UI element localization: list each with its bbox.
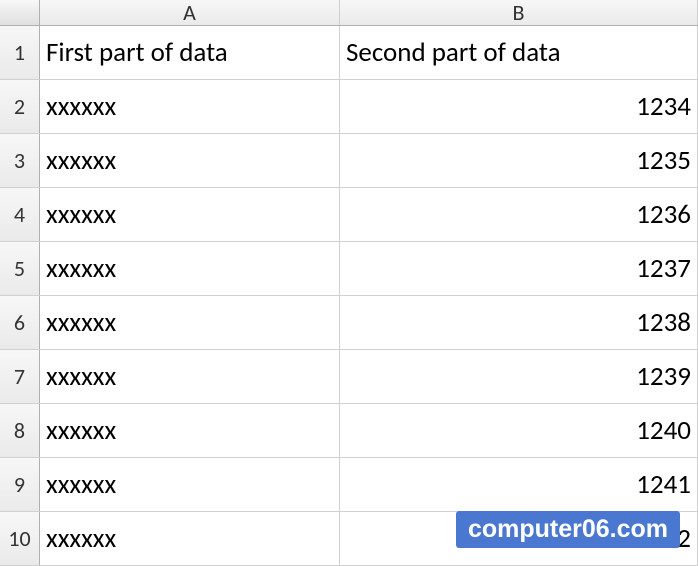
cell-A9[interactable]: xxxxxx — [40, 458, 340, 511]
cell-A1[interactable]: First part of data — [40, 26, 340, 79]
cell-value: xxxxxx — [46, 90, 116, 123]
watermark-label: computer06.com — [456, 511, 680, 548]
cell-A3[interactable]: xxxxxx — [40, 134, 340, 187]
row-number: 4 — [14, 201, 25, 228]
cell-value: 1239 — [636, 360, 691, 393]
table-row: 1 First part of data Second part of data — [0, 26, 698, 80]
cell-A10[interactable]: xxxxxx — [40, 512, 340, 565]
row-header[interactable]: 3 — [0, 134, 40, 187]
row-header[interactable]: 9 — [0, 458, 40, 511]
row-header[interactable]: 6 — [0, 296, 40, 349]
row-number: 5 — [14, 255, 25, 282]
table-row: 4 xxxxxx 1236 — [0, 188, 698, 242]
row-header[interactable]: 10 — [0, 512, 40, 565]
cell-A2[interactable]: xxxxxx — [40, 80, 340, 133]
cell-value: xxxxxx — [46, 522, 116, 555]
table-row: 7 xxxxxx 1239 — [0, 350, 698, 404]
row-number: 3 — [14, 147, 25, 174]
row-number: 10 — [8, 525, 30, 552]
cell-B4[interactable]: 1236 — [340, 188, 698, 241]
cell-value: xxxxxx — [46, 360, 116, 393]
row-number: 8 — [14, 417, 25, 444]
table-row: 6 xxxxxx 1238 — [0, 296, 698, 350]
cell-value: xxxxxx — [46, 198, 116, 231]
column-label: B — [513, 0, 525, 26]
spreadsheet-grid: A B 1 First part of data Second part of … — [0, 0, 698, 566]
row-header[interactable]: 2 — [0, 80, 40, 133]
row-header[interactable]: 4 — [0, 188, 40, 241]
cell-value: 1241 — [636, 468, 691, 501]
cell-B9[interactable]: 1241 — [340, 458, 698, 511]
row-number: 2 — [14, 93, 25, 120]
cell-B1[interactable]: Second part of data — [340, 26, 698, 79]
table-row: 2 xxxxxx 1234 — [0, 80, 698, 134]
row-number: 9 — [14, 471, 25, 498]
cell-B2[interactable]: 1234 — [340, 80, 698, 133]
row-number: 1 — [14, 39, 25, 66]
row-number: 6 — [14, 309, 25, 336]
cell-A6[interactable]: xxxxxx — [40, 296, 340, 349]
cell-A7[interactable]: xxxxxx — [40, 350, 340, 403]
row-header[interactable]: 5 — [0, 242, 40, 295]
cell-B5[interactable]: 1237 — [340, 242, 698, 295]
cell-B8[interactable]: 1240 — [340, 404, 698, 457]
select-all-corner[interactable] — [0, 0, 40, 25]
cell-value: 1236 — [636, 198, 691, 231]
row-header[interactable]: 1 — [0, 26, 40, 79]
cell-value: 1237 — [636, 252, 691, 285]
cell-A5[interactable]: xxxxxx — [40, 242, 340, 295]
row-header[interactable]: 8 — [0, 404, 40, 457]
cell-B6[interactable]: 1238 — [340, 296, 698, 349]
cell-value: Second part of data — [346, 36, 561, 69]
column-header-row: A B — [0, 0, 698, 26]
table-row: 8 xxxxxx 1240 — [0, 404, 698, 458]
cell-value: 1235 — [636, 144, 691, 177]
column-label: A — [183, 0, 196, 26]
table-row: 3 xxxxxx 1235 — [0, 134, 698, 188]
cell-value: 1240 — [636, 414, 691, 447]
column-header-A[interactable]: A — [40, 0, 340, 25]
table-row: 9 xxxxxx 1241 — [0, 458, 698, 512]
watermark-text: computer06.com — [468, 515, 668, 543]
cell-B3[interactable]: 1235 — [340, 134, 698, 187]
row-number: 7 — [14, 363, 25, 390]
cell-A8[interactable]: xxxxxx — [40, 404, 340, 457]
cell-B7[interactable]: 1239 — [340, 350, 698, 403]
cell-value: xxxxxx — [46, 144, 116, 177]
cell-value: xxxxxx — [46, 468, 116, 501]
row-header[interactable]: 7 — [0, 350, 40, 403]
cell-value: xxxxxx — [46, 414, 116, 447]
cell-A4[interactable]: xxxxxx — [40, 188, 340, 241]
cell-value: xxxxxx — [46, 306, 116, 339]
table-row: 5 xxxxxx 1237 — [0, 242, 698, 296]
cell-value: 1238 — [636, 306, 691, 339]
cell-value: xxxxxx — [46, 252, 116, 285]
column-header-B[interactable]: B — [340, 0, 698, 25]
cell-value: 1234 — [636, 90, 691, 123]
cell-value: First part of data — [46, 36, 228, 69]
